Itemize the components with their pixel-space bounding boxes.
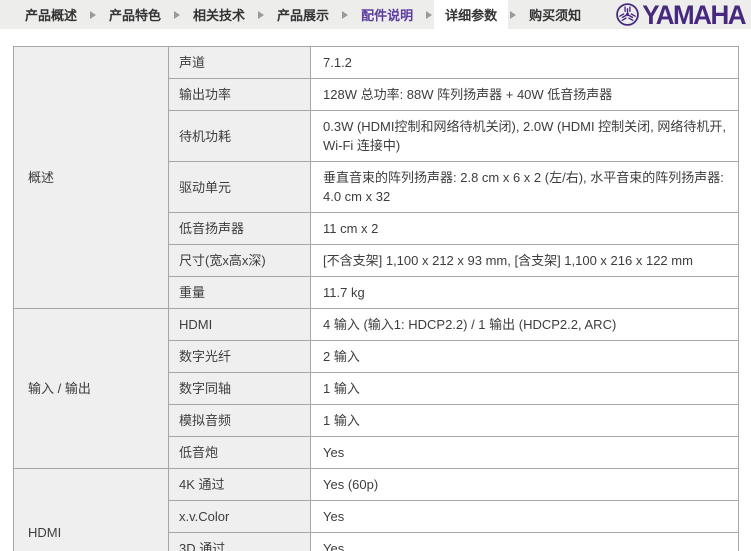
nav-arrow-icon <box>342 10 349 19</box>
spec-label-cell: 4K 通过 <box>168 468 311 501</box>
spec-value-cell: Yes <box>310 500 739 533</box>
spec-label-cell: 低音炮 <box>168 436 311 469</box>
category-cell: 概述 <box>13 46 169 309</box>
yamaha-logo: YAMAHA <box>615 0 751 29</box>
spec-value-cell: 0.3W (HDMI控制和网络待机关闭), 2.0W (HDMI 控制关闭, 网… <box>310 110 739 162</box>
section-navbar: 产品概述 产品特色 相关技术 产品展示 配件说明 详细参数 购买须知 YAMAHA <box>0 0 751 29</box>
nav-item-6[interactable]: 详细参数 <box>434 0 509 29</box>
spec-label-cell: 声道 <box>168 46 311 79</box>
spec-value-cell: 4 输入 (输入1: HDCP2.2) / 1 输出 (HDCP2.2, ARC… <box>310 308 739 341</box>
spec-label-cell: 待机功耗 <box>168 110 311 162</box>
nav-item-1[interactable]: 产品概述 <box>14 0 88 29</box>
table-row: HDMI 4K 通过 Yes (60p) <box>13 468 739 551</box>
spec-table-body: 概述 声道 7.1.2 输出功率 128W 总功率: 88W 阵列扬声器 + 40W 低… <box>13 46 739 551</box>
yamaha-wordmark: YAMAHA <box>642 0 746 30</box>
nav-arrow-icon <box>258 10 265 19</box>
spec-value-cell: 垂直音束的阵列扬声器: 2.8 cm x 6 x 2 (左/右), 水平音束的阵… <box>310 161 739 213</box>
nav-items: 产品概述 产品特色 相关技术 产品展示 配件说明 详细参数 购买须知 <box>0 0 592 29</box>
nav-arrow-icon <box>90 10 97 19</box>
nav-arrow-icon <box>426 10 433 19</box>
spec-label-cell: 尺寸(宽x高x深) <box>168 244 311 277</box>
category-cell: 输入 / 输出 <box>13 308 169 469</box>
category-cell: HDMI <box>13 468 169 551</box>
spec-label-cell: 输出功率 <box>168 78 311 111</box>
spec-table: 概述 声道 7.1.2 输出功率 128W 总功率: 88W 阵列扬声器 + 40W 低… <box>13 46 739 551</box>
nav-item-3[interactable]: 相关技术 <box>182 0 256 29</box>
nav-item-7[interactable]: 购买须知 <box>518 0 592 29</box>
product-spec-page: 产品概述 产品特色 相关技术 产品展示 配件说明 详细参数 购买须知 YAMAHA 概述 声道… <box>0 0 751 551</box>
nav-arrow-icon <box>510 10 517 19</box>
spec-label-cell: 驱动单元 <box>168 161 311 213</box>
spec-label-cell: 重量 <box>168 276 311 309</box>
spec-value-cell: 7.1.2 <box>310 46 739 79</box>
spec-label-cell: 数字光纤 <box>168 340 311 373</box>
spec-value-cell: 1 输入 <box>310 404 739 437</box>
spec-label-cell: 3D 通过 <box>168 532 311 551</box>
spec-label-cell: 低音扬声器 <box>168 212 311 245</box>
nav-arrow-icon <box>174 10 181 19</box>
spec-value-cell: Yes <box>310 532 739 551</box>
spec-value-cell: 128W 总功率: 88W 阵列扬声器 + 40W 低音扬声器 <box>310 78 739 111</box>
spec-value-cell: 1 输入 <box>310 372 739 405</box>
spec-value-cell: 11 cm x 2 <box>310 212 739 245</box>
yamaha-tuning-fork-icon <box>616 3 640 26</box>
spec-value-cell: [不含支架] 1,100 x 212 x 93 mm, [含支架] 1,100 … <box>310 244 739 277</box>
nav-item-2[interactable]: 产品特色 <box>98 0 172 29</box>
spec-value-cell: 2 输入 <box>310 340 739 373</box>
table-row: 输入 / 输出 HDMI 4 输入 (输入1: HDCP2.2) / 1 输出 (H… <box>13 308 739 469</box>
spec-label-cell: x.v.Color <box>168 500 311 533</box>
spec-value-cell: 11.7 kg <box>310 276 739 309</box>
nav-item-5[interactable]: 配件说明 <box>350 0 424 29</box>
nav-item-4[interactable]: 产品展示 <box>266 0 340 29</box>
spec-label-cell: HDMI <box>168 308 311 341</box>
spec-value-cell: Yes (60p) <box>310 468 739 501</box>
spec-label-cell: 模拟音频 <box>168 404 311 437</box>
table-row: 概述 声道 7.1.2 <box>13 46 739 309</box>
spec-label-cell: 数字同轴 <box>168 372 311 405</box>
spec-value-cell: Yes <box>310 436 739 469</box>
